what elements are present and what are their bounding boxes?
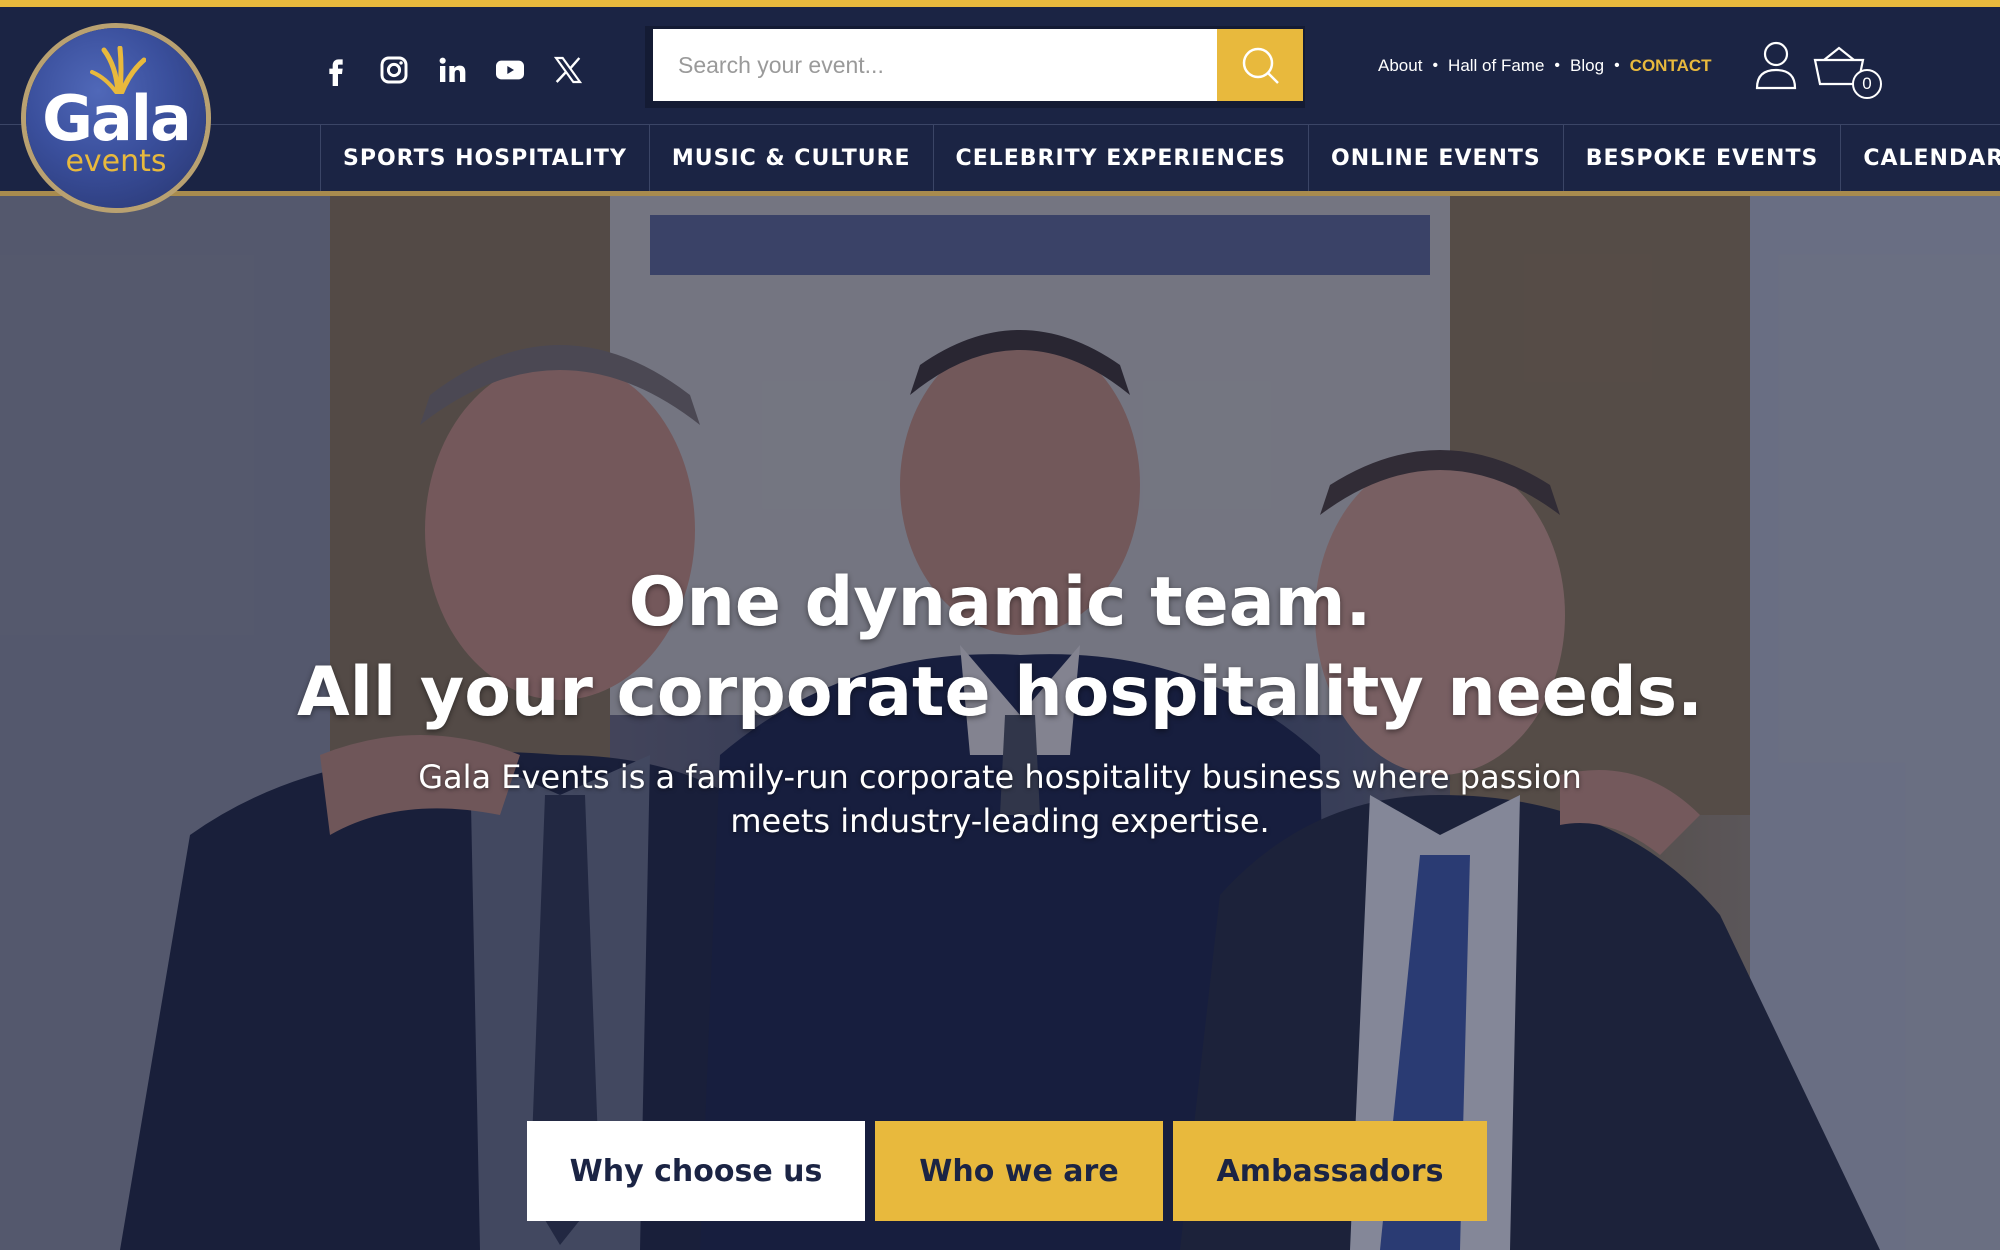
nav-celebrity-experiences[interactable]: CELEBRITY EXPERIENCES (934, 125, 1309, 191)
search-icon (1242, 47, 1279, 84)
nav-online-events[interactable]: ONLINE EVENTS (1309, 125, 1564, 191)
nav-bespoke-events[interactable]: BESPOKE EVENTS (1564, 125, 1842, 191)
hero-subtitle: Gala Events is a family-run corporate ho… (418, 758, 1582, 840)
who-we-are-button[interactable]: Who we are (875, 1121, 1163, 1221)
hall-of-fame-link[interactable]: Hall of Fame (1448, 56, 1544, 76)
top-accent-bar (0, 0, 2000, 7)
hero-headline-1: One dynamic team. (628, 563, 1372, 642)
x-twitter-icon[interactable] (550, 52, 586, 88)
basket-count-badge: 0 (1852, 69, 1882, 99)
page: One dynamic team. All your corporate hos… (0, 0, 2000, 1250)
utility-links: About • Hall of Fame • Blog • CONTACT (1378, 56, 1712, 76)
youtube-icon[interactable] (492, 52, 528, 88)
contact-link[interactable]: CONTACT (1630, 56, 1712, 76)
gala-events-logo[interactable]: Gala events (26, 28, 206, 208)
account-icon[interactable] (1754, 40, 1798, 90)
separator-dot: • (1554, 57, 1561, 74)
search-button[interactable] (1217, 29, 1303, 101)
hero-section: One dynamic team. All your corporate hos… (0, 195, 2000, 1250)
why-choose-us-button[interactable]: Why choose us (527, 1121, 865, 1221)
logo-subtext: events (65, 144, 167, 179)
logo-wordmark: Gala (42, 82, 192, 155)
about-link[interactable]: About (1378, 56, 1422, 76)
ambassadors-button[interactable]: Ambassadors (1173, 1121, 1487, 1221)
main-nav: SPORTS HOSPITALITY MUSIC & CULTURE CELEB… (320, 125, 2000, 191)
header-bottom-border (0, 191, 2000, 196)
site-header: About • Hall of Fame • Blog • CONTACT 0 … (0, 0, 2000, 196)
linkedin-icon[interactable] (434, 52, 470, 88)
blog-link[interactable]: Blog (1570, 56, 1604, 76)
nav-sports-hospitality[interactable]: SPORTS HOSPITALITY (321, 125, 650, 191)
separator-dot: • (1432, 57, 1439, 74)
nav-music-culture[interactable]: MUSIC & CULTURE (650, 125, 934, 191)
instagram-icon[interactable] (376, 52, 412, 88)
facebook-icon[interactable] (318, 52, 354, 88)
hero-headline-2: All your corporate hospitality needs. (297, 653, 1703, 732)
social-links (318, 50, 586, 90)
separator-dot: • (1614, 57, 1620, 74)
nav-calendar[interactable]: CALENDAR (1841, 125, 2000, 191)
search-bar (645, 26, 1305, 108)
search-input[interactable] (653, 29, 1217, 101)
